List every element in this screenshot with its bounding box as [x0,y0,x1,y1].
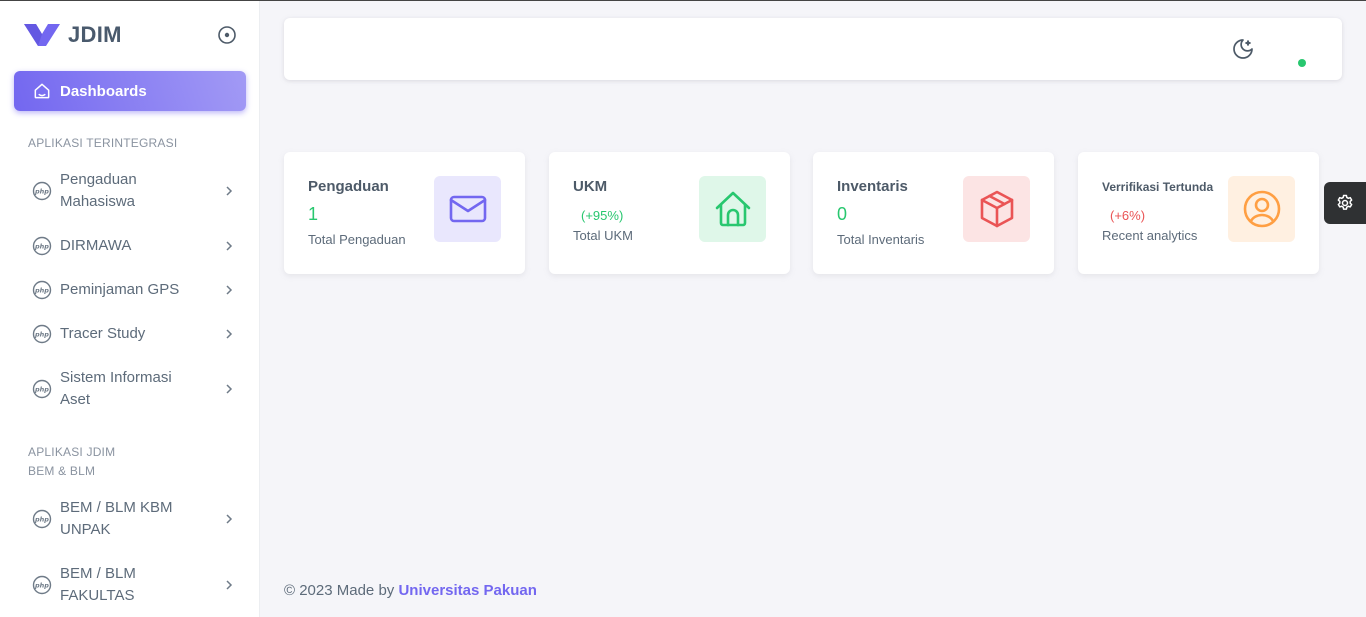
svg-text:php: php [34,287,49,295]
sidebar-item-bem-blm-fakultas[interactable]: php BEM / BLM FAKULTAS [14,563,246,607]
sidebar-item-label: BEM / BLM [60,565,136,582]
footer-copyright: © 2023 Made by [284,582,399,599]
sidebar-item-dirmawa[interactable]: php DIRMAWA [14,235,246,257]
sidebar-item-label: Sistem Informasi [60,369,172,386]
chevron-right-icon [226,384,233,394]
php-icon: php [32,236,52,256]
card-subtitle: Recent analytics [1102,228,1198,243]
sidebar-item-label: Peminjaman GPS [60,281,180,298]
settings-customizer-button[interactable] [1324,182,1366,224]
sidebar-item-label: Dashboards [60,82,147,100]
brand[interactable]: JDIM [24,19,122,51]
box-icon [980,190,1013,228]
home-icon [34,83,50,99]
card-icon-box [434,176,501,242]
footer-link[interactable]: Universitas Pakuan [398,582,536,599]
chevron-right-icon [226,329,233,339]
moon-icon[interactable] [1231,37,1255,61]
stat-card-pengaduan: Pengaduan 1 Total Pengaduan [284,152,525,274]
chevron-right-icon [226,186,233,196]
card-icon-box [699,176,766,242]
sidebar-item-label: Mahasiswa [60,193,136,210]
card-subtitle: Total UKM [573,228,633,243]
card-percentage: (+95%) [581,208,624,223]
mail-icon [449,195,486,223]
user-circle-icon [1243,190,1280,228]
svg-text:php: php [34,582,49,590]
sidebar: JDIM Dashboards APLIKASI TERINTEGRASI ph… [0,1,260,617]
card-value: 1 [308,204,319,224]
sidebar-item-pengaduan-mahasiswa[interactable]: php Pengaduan Mahasiswa [14,169,246,213]
chevron-right-icon [226,580,233,590]
stat-card-verifikasi: Verrifikasi Tertunda (+6%) Recent analyt… [1078,152,1319,274]
stat-card-ukm: UKM (+95%) Total UKM [549,152,790,274]
svg-text:php: php [34,243,49,251]
php-icon: php [32,280,52,300]
sidebar-item-label: BEM / BLM KBM [60,499,173,516]
card-title: Verrifikasi Tertunda [1102,180,1214,194]
card-value: 0 [837,204,848,224]
sidebar-toggle-icon[interactable] [217,25,237,45]
card-title: UKM [573,178,608,195]
sidebar-item-label: Aset [60,391,91,408]
sidebar-item-tracer-study[interactable]: php Tracer Study [14,323,246,345]
gear-icon [1337,194,1353,210]
svg-text:php: php [34,516,49,524]
sidebar-item-label: Pengaduan [60,171,137,188]
online-status-dot [1298,59,1306,67]
sidebar-item-label: DIRMAWA [60,237,132,254]
menu-section-header-line: APLIKASI JDIM [28,445,116,459]
sidebar-item-bem-blm-kbm-unpak[interactable]: php BEM / BLM KBM UNPAK [14,497,246,541]
sidebar-item-peminjaman-gps[interactable]: php Peminjaman GPS [14,279,246,301]
svg-text:php: php [34,386,49,394]
svg-text:php: php [34,188,49,196]
sidebar-item-label: FAKULTAS [60,587,135,604]
php-icon: php [32,181,52,201]
php-icon: php [32,379,52,399]
php-icon: php [32,575,52,595]
php-icon: php [32,324,52,344]
card-icon-box [963,176,1030,242]
card-icon-box [1228,176,1295,242]
card-percentage: (+6%) [1110,208,1146,223]
sidebar-item-label: Tracer Study [60,325,146,342]
brand-name: JDIM [68,22,122,47]
php-icon: php [32,509,52,529]
top-navbar [284,18,1342,80]
sidebar-item-sistem-informasi-aset[interactable]: php Sistem Informasi Aset [14,367,246,411]
card-subtitle: Total Pengaduan [308,232,406,247]
menu-section-header-line: BEM & BLM [28,464,96,478]
sidebar-item-label: UNPAK [60,521,111,538]
sidebar-item-dashboards[interactable]: Dashboards [14,71,246,111]
menu-section-header: APLIKASI JDIM BEM & BLM [28,443,115,481]
house-icon [715,191,750,227]
card-subtitle: Total Inventaris [837,232,925,247]
brand-logo-icon [24,24,60,46]
chevron-right-icon [226,285,233,295]
footer: © 2023 Made by Universitas Pakuan [284,582,537,599]
chevron-right-icon [226,514,233,524]
svg-text:php: php [34,331,49,339]
chevron-right-icon [226,241,233,251]
stat-card-inventaris: Inventaris 0 Total Inventaris [813,152,1054,274]
card-title: Pengaduan [308,178,389,195]
card-title: Inventaris [837,178,908,195]
menu-section-header: APLIKASI TERINTEGRASI [28,136,178,150]
